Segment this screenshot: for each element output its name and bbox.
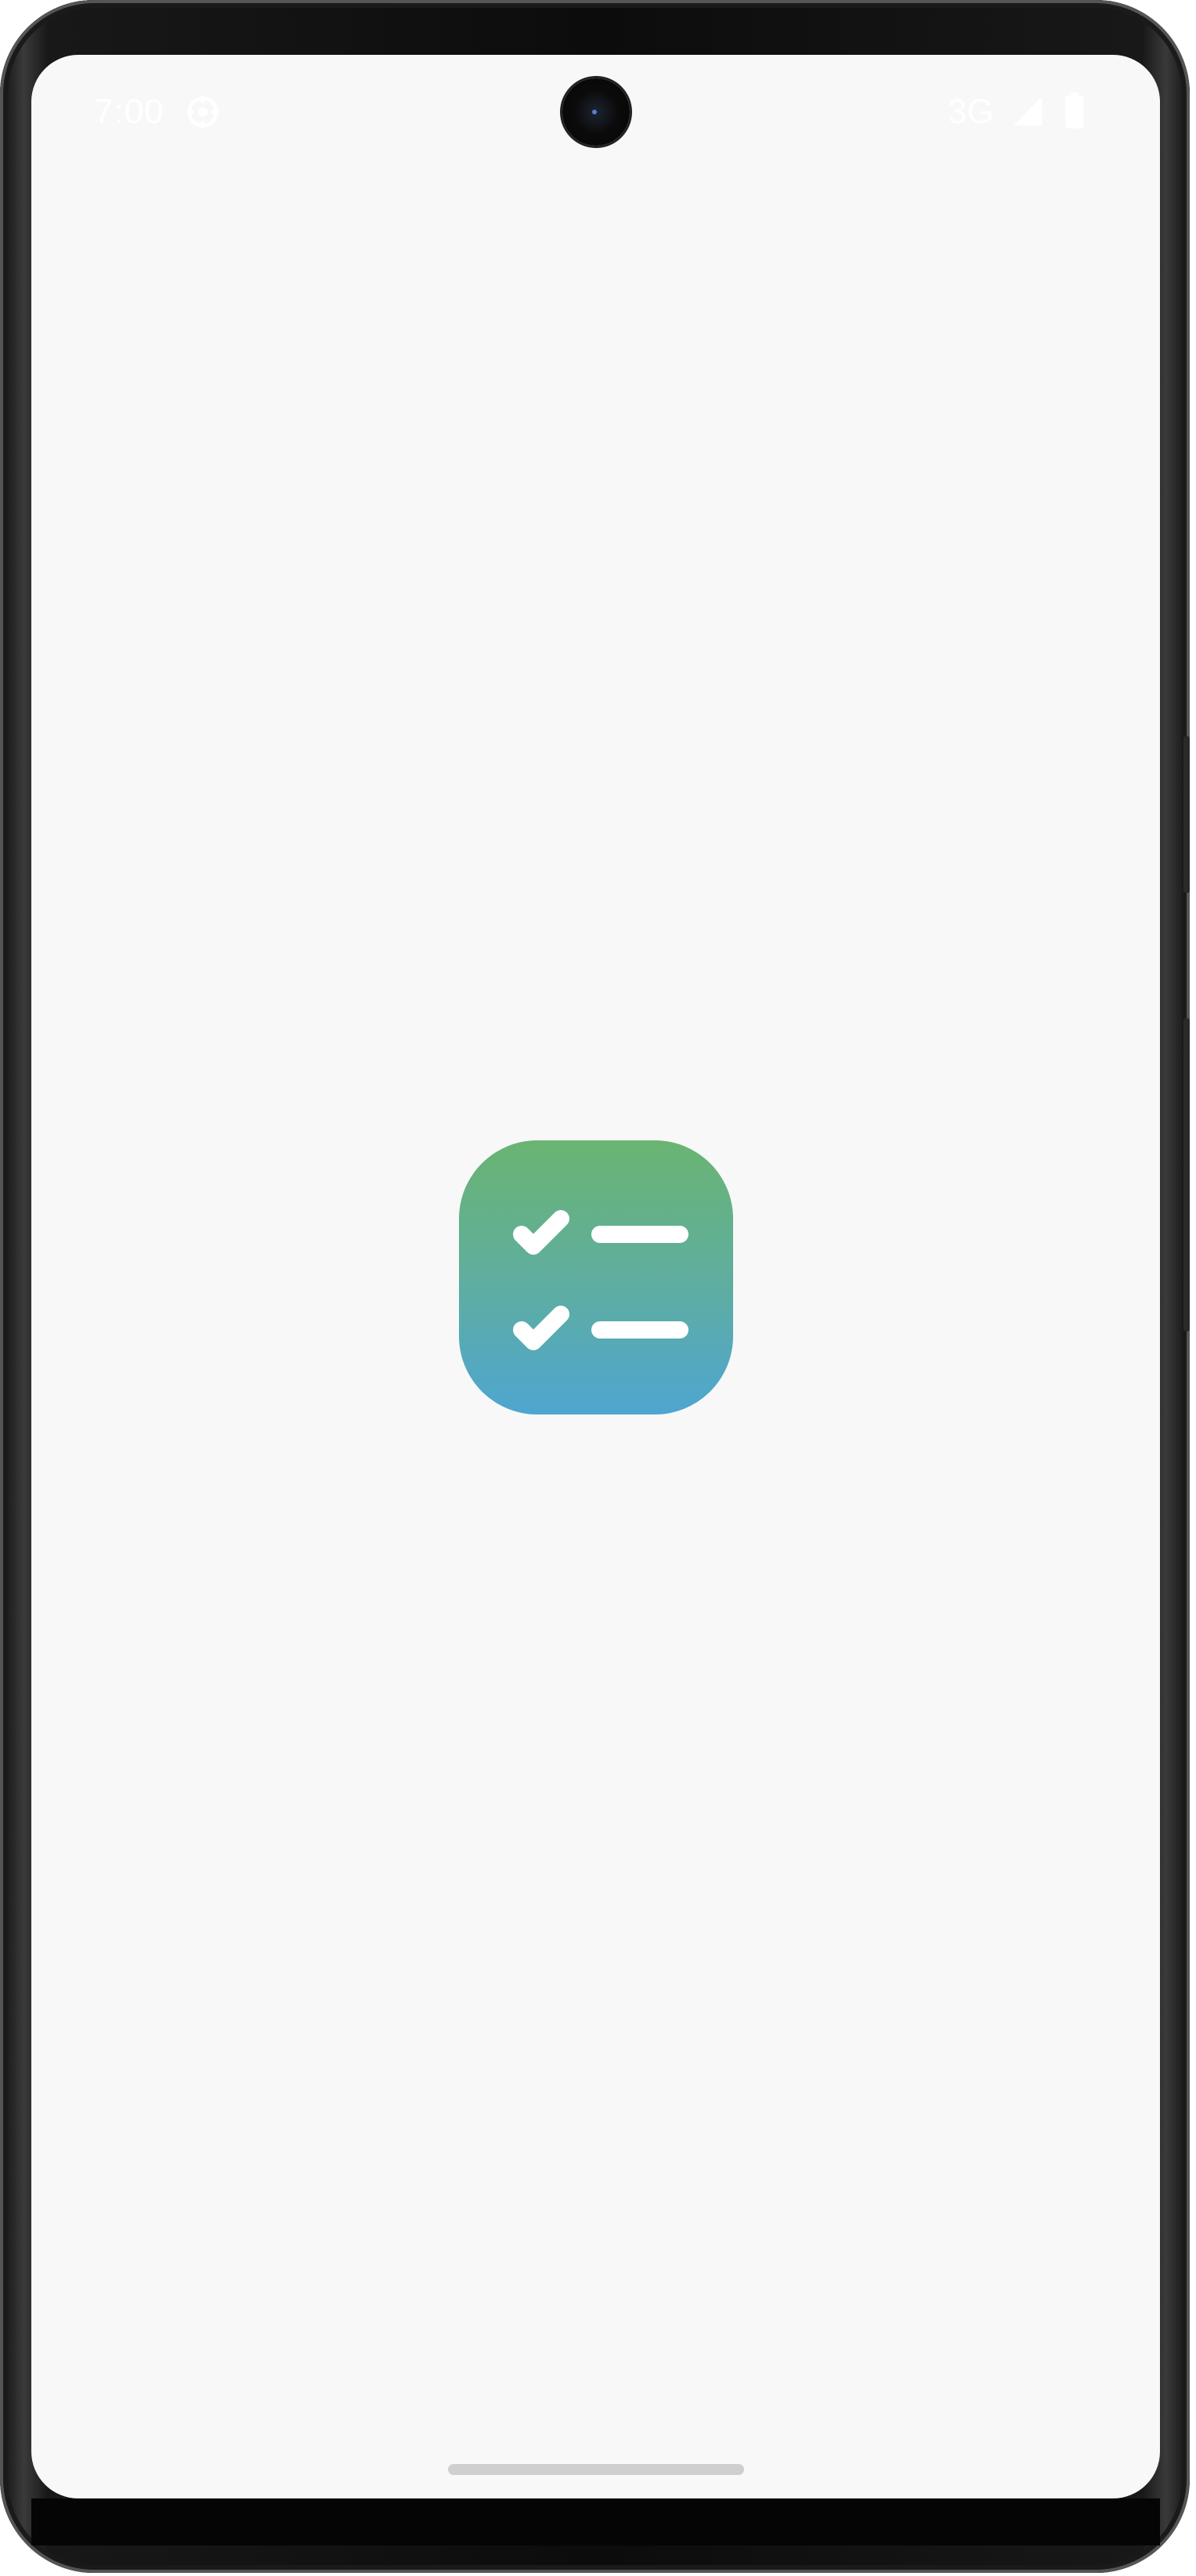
app-splash-icon bbox=[459, 1140, 733, 1414]
front-camera bbox=[562, 78, 630, 146]
power-button bbox=[1183, 1018, 1190, 1331]
phone-frame: 7:00 3G bbox=[0, 0, 1190, 2573]
gear-icon bbox=[186, 95, 220, 129]
checklist-icon bbox=[513, 1210, 688, 1350]
battery-icon bbox=[1065, 92, 1084, 128]
status-time: 7:00 bbox=[94, 92, 164, 131]
screen: 7:00 3G bbox=[31, 55, 1160, 2498]
signal-icon bbox=[1013, 96, 1042, 126]
gesture-nav-handle[interactable] bbox=[448, 2464, 744, 2475]
status-bar: 7:00 3G bbox=[31, 55, 1160, 164]
volume-button bbox=[1183, 736, 1190, 893]
bottom-bezel bbox=[31, 2498, 1160, 2545]
network-type: 3G bbox=[948, 92, 994, 131]
